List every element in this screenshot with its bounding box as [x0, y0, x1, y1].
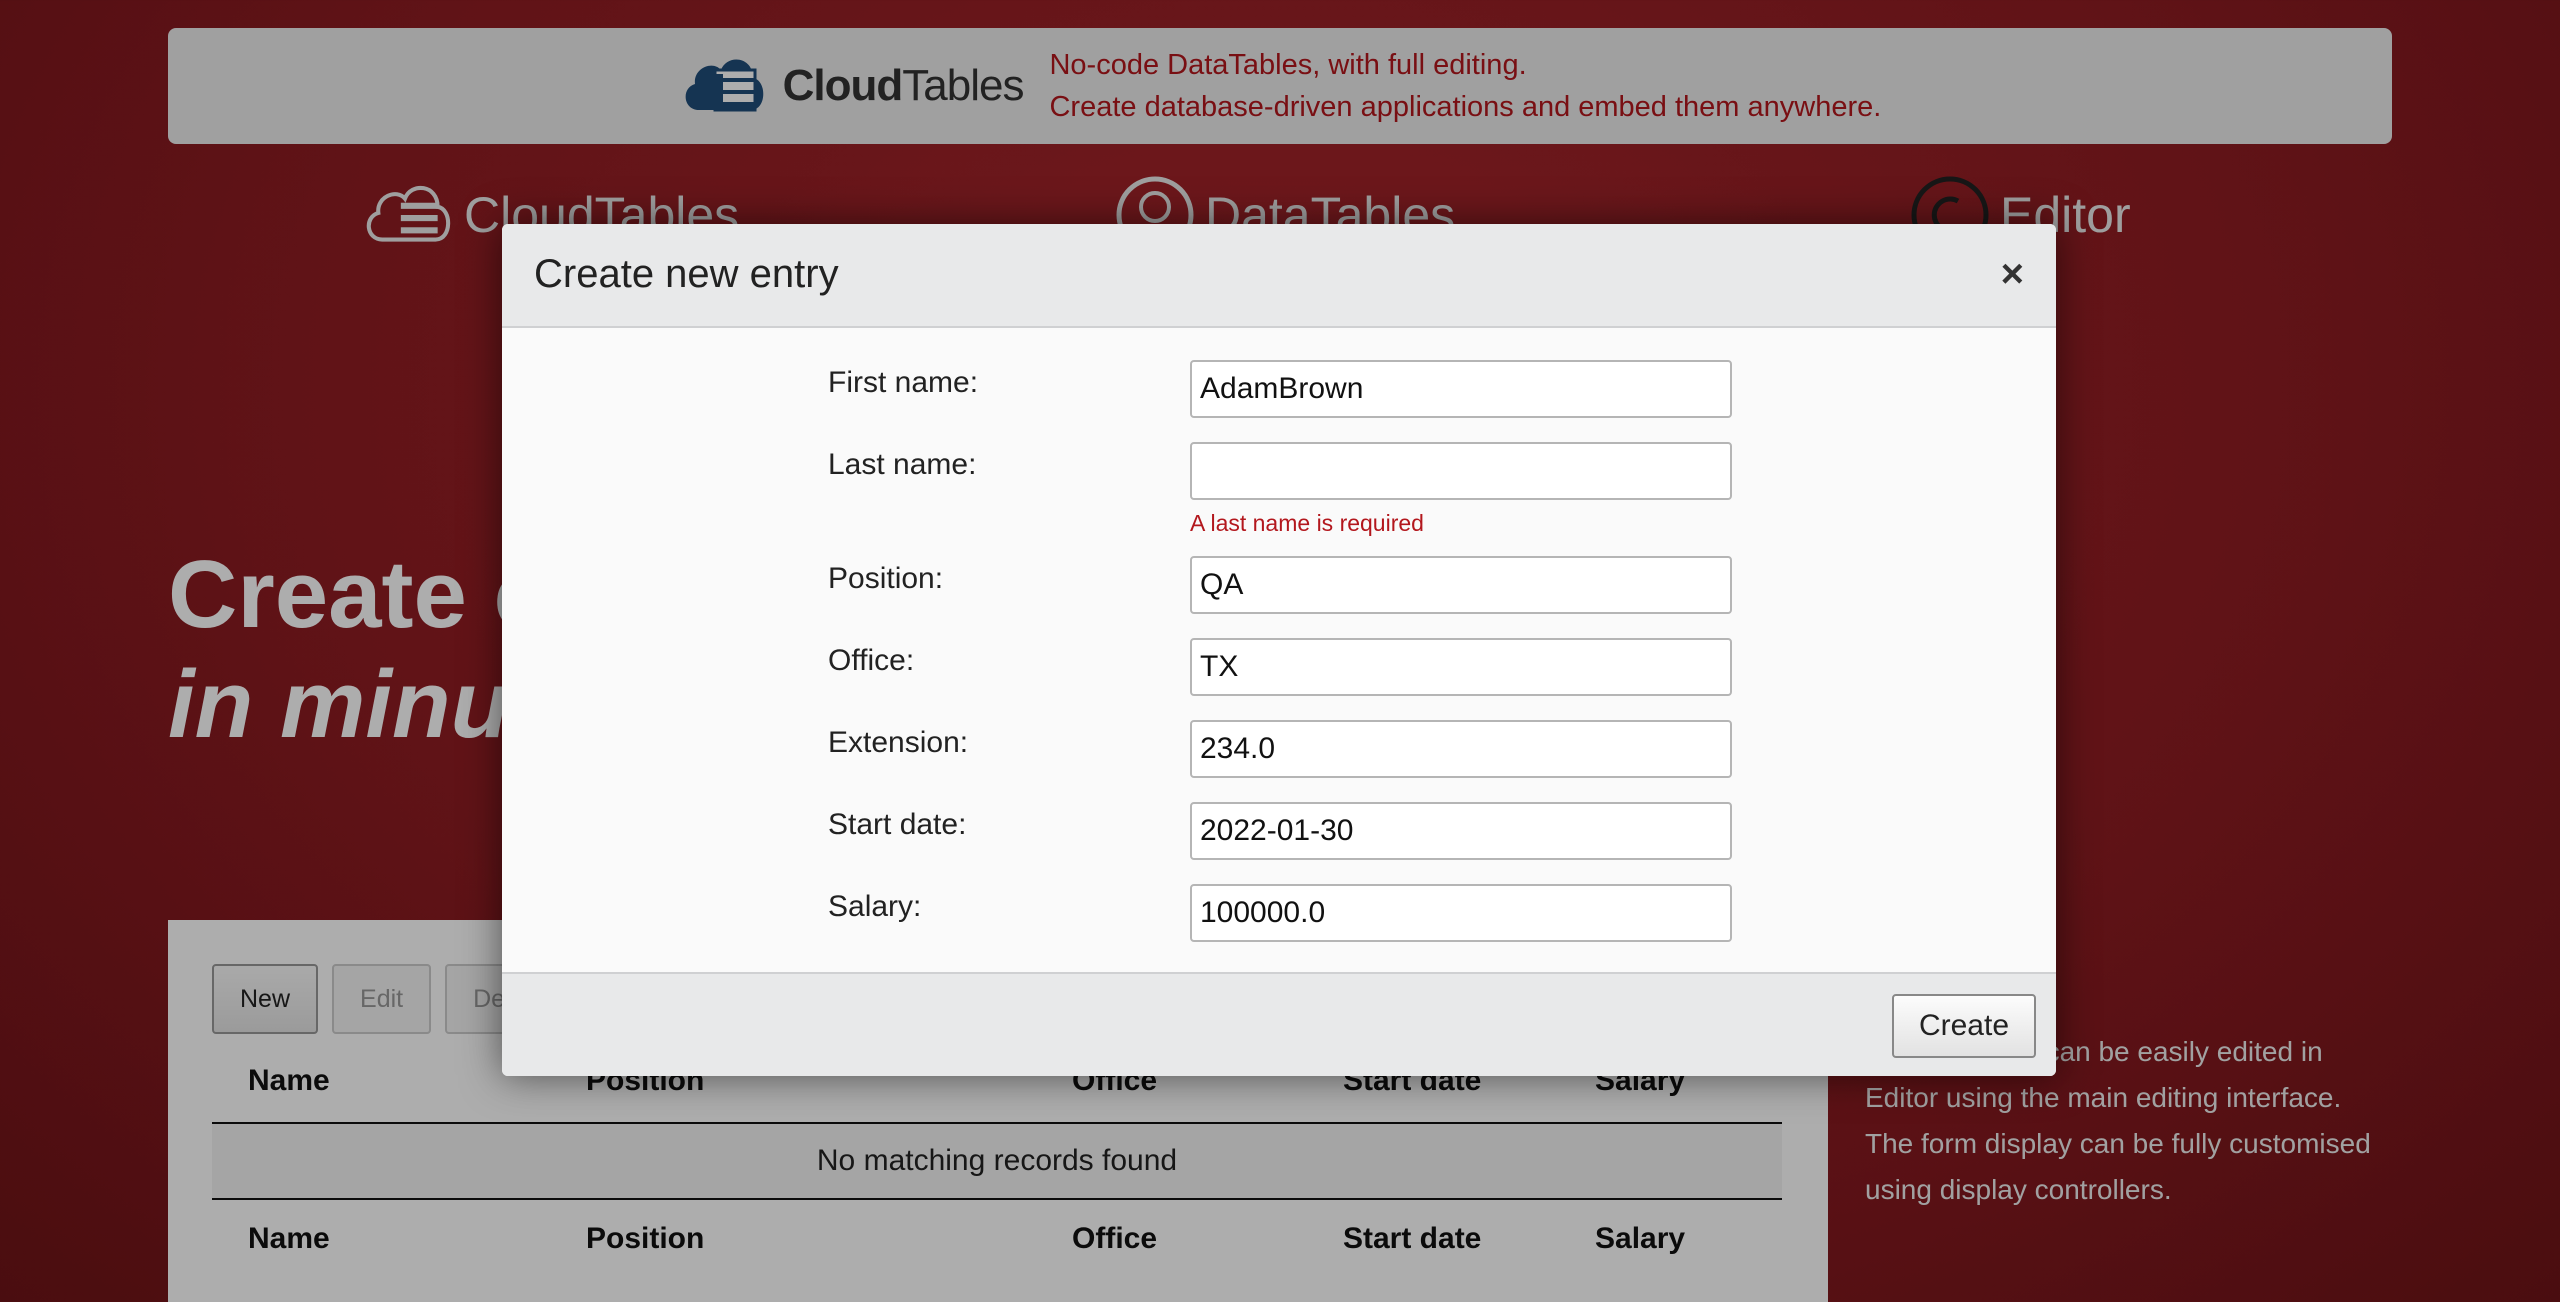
last-name-input[interactable]: [1190, 442, 1732, 500]
extension-label: Extension:: [828, 726, 969, 759]
first-name-input[interactable]: [1190, 360, 1732, 418]
create-entry-dialog: Create new entry × First name: Last name…: [502, 224, 2056, 1076]
close-icon[interactable]: ×: [2001, 252, 2024, 297]
start-date-input[interactable]: [1190, 802, 1732, 860]
position-label: Position:: [828, 562, 944, 595]
office-input[interactable]: [1190, 638, 1732, 696]
dialog-title: Create new entry: [534, 252, 839, 296]
salary-input[interactable]: [1190, 884, 1732, 942]
position-input[interactable]: [1190, 556, 1732, 614]
last-name-label: Last name:: [828, 448, 977, 481]
first-name-label: First name:: [828, 366, 979, 399]
last-name-error: A last name is required: [1190, 510, 1424, 536]
start-date-label: Start date:: [828, 808, 967, 841]
salary-label: Salary:: [828, 890, 922, 923]
extension-input[interactable]: [1190, 720, 1732, 778]
office-label: Office:: [828, 644, 915, 677]
dialog-footer: Create: [502, 972, 2056, 1076]
dialog-header: Create new entry ×: [502, 224, 2056, 328]
create-button[interactable]: Create: [1892, 994, 2036, 1058]
